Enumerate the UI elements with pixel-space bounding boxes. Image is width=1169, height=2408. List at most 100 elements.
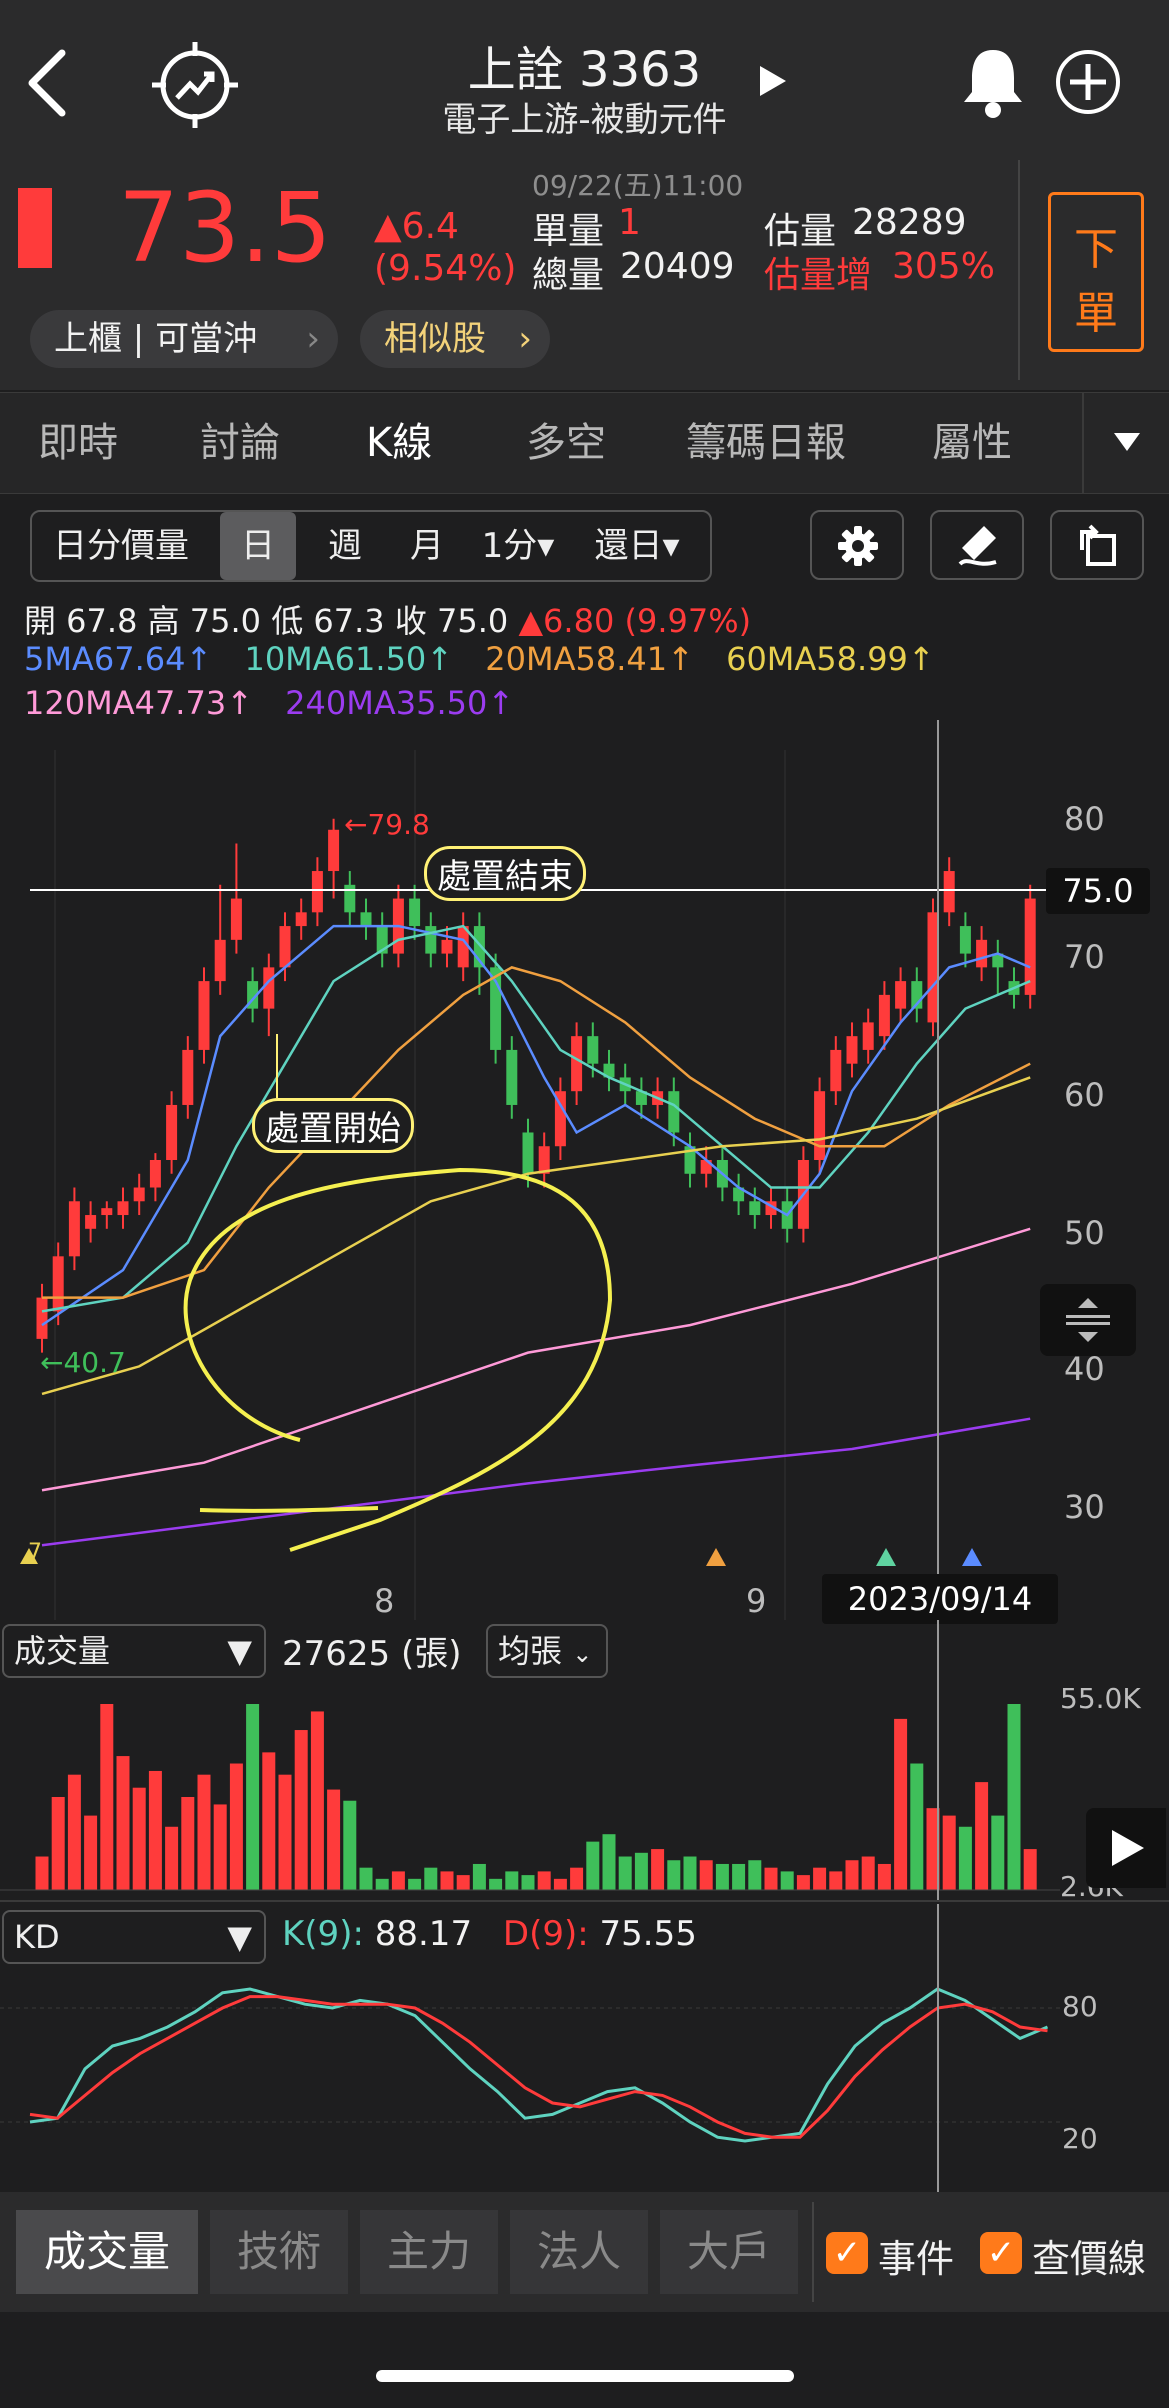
estimated-volume-value: 28289 (852, 202, 967, 243)
low-marker: ←40.7 (40, 1346, 126, 1379)
bottom-divider (812, 2202, 814, 2302)
kd-dropdown-label: KD (14, 1918, 60, 1956)
events-label: 事件 (878, 2237, 955, 2281)
price-line-checkbox[interactable]: ✓ (980, 2232, 1022, 2274)
period-day[interactable]: 日 (220, 512, 296, 580)
price-y-tick-80: 80 (1064, 800, 1105, 838)
annotation-start: 處置開始 (252, 1098, 414, 1153)
hand-drawn-circle (183, 1167, 613, 1552)
period-week[interactable]: 週 (310, 512, 380, 580)
ohlc-close: 收 75.0 (394, 602, 509, 640)
resize-handle-icon (1066, 1298, 1110, 1342)
play-icon (1112, 1830, 1144, 1866)
bottom-tab-technical[interactable]: 技術 (210, 2210, 348, 2294)
market-tag-button[interactable]: 上櫃 | 可當沖 › (30, 310, 338, 368)
rotate-button[interactable] (1050, 510, 1144, 580)
chevron-right-icon: › (306, 319, 320, 359)
d-label: D(9): (502, 1914, 589, 1954)
chevron-down-icon: ⌄ (572, 1640, 593, 1668)
main-tabs: 即時 討論 K線 多空 籌碼日報 屬性 (0, 392, 1169, 494)
quote-divider (1018, 160, 1020, 380)
x-label-aug: 8 (374, 1582, 395, 1620)
ma20-label: 20MA58.41↑ (485, 640, 694, 678)
x-label-sep: 9 (746, 1582, 767, 1620)
event-triangle-icon[interactable] (876, 1548, 896, 1566)
estimated-increase-value: 305% (892, 246, 995, 287)
ohlc-open: 開 67.8 (24, 602, 138, 640)
tab-attributes[interactable]: 屬性 (932, 393, 1012, 493)
events-checkbox[interactable]: ✓ (826, 2232, 868, 2274)
pen-icon (958, 526, 997, 566)
price-change: ▲6.4 (374, 206, 459, 247)
total-volume-label: 總量 (532, 255, 605, 296)
ma10-label: 10MA61.50↑ (244, 640, 454, 678)
quote-panel: 73.5 09/22(五)11:00 ▲6.4 (9.54%) 單量 1 總量 … (0, 150, 1169, 390)
kd-values: K(9): 88.17 D(9): 75.55 (282, 1914, 697, 1954)
crosshair-date-tag: 2023/09/14 (822, 1574, 1058, 1624)
market-tag-label: 上櫃 | 可當沖 (54, 319, 258, 359)
volume-crosshair (937, 1620, 939, 1900)
period-minute[interactable]: 1分▾ (468, 512, 568, 580)
caret-down-icon: ▼ (227, 1632, 252, 1670)
ma-row-1: 5MA67.64↑ 10MA61.50↑ 20MA58.41↑ 60MA58.9… (24, 640, 935, 678)
current-price-tag: 75.0 (1046, 868, 1150, 914)
chevron-right-icon: › (518, 319, 532, 359)
tab-long-short[interactable]: 多空 (526, 393, 606, 493)
home-indicator (376, 2370, 794, 2382)
kd-divider (0, 1900, 1169, 1902)
estimated-increase-label: 估量增 (764, 255, 873, 296)
price-y-tick-60: 60 (1064, 1076, 1105, 1114)
k-label: K(9): (282, 1914, 364, 1954)
bottom-tab-major-holders[interactable]: 大戶 (660, 2210, 798, 2294)
settings-button[interactable] (810, 510, 904, 580)
price-y-tick-70: 70 (1064, 938, 1105, 976)
tab-kline[interactable]: K線 (366, 393, 432, 493)
tabs-divider (1082, 393, 1084, 493)
kd-y-80: 80 (1062, 1990, 1098, 2023)
zoom-handle[interactable] (1040, 1284, 1136, 1356)
similar-stocks-label: 相似股 (384, 319, 486, 359)
period-month[interactable]: 月 (392, 512, 462, 580)
period-restore[interactable]: 還日▾ (582, 512, 692, 580)
bottom-tab-volume[interactable]: 成交量 (16, 2210, 198, 2294)
bottom-tab-institutional[interactable]: 法人 (510, 2210, 648, 2294)
quote-timestamp: 09/22(五)11:00 (532, 169, 744, 202)
caret-down-icon[interactable] (1112, 431, 1142, 453)
tab-chip-report[interactable]: 籌碼日報 (686, 393, 846, 493)
header-bar: 上詮 3363 電子上游-被動元件 (0, 0, 1169, 170)
candlestick-chart[interactable] (0, 720, 1169, 1620)
price-line-label: 查價線 (1032, 2237, 1147, 2281)
similar-stocks-button[interactable]: 相似股 › (360, 310, 550, 368)
price-change-pct: (9.54%) (374, 248, 517, 289)
draw-button[interactable] (930, 510, 1024, 580)
kd-indicator-dropdown[interactable]: KD ▼ (2, 1910, 266, 1964)
event-triangle-icon[interactable] (20, 1548, 38, 1564)
volume-y-top: 55.0K (1060, 1682, 1141, 1715)
order-button-line2: 單 (1074, 288, 1118, 339)
expand-panel-button[interactable] (1086, 1808, 1166, 1888)
annotation-start-leader (276, 1034, 278, 1098)
ma240-label: 240MA35.50↑ (285, 684, 515, 722)
order-button[interactable]: 下 單 (1048, 192, 1144, 352)
tab-discussion[interactable]: 討論 (200, 393, 280, 493)
volume-chart[interactable] (0, 1690, 1060, 1896)
ohlc-row: 開 67.8 高 75.0 低 67.3 收 75.0 ▲6.80 (9.97%… (24, 596, 751, 642)
period-intraday-volume[interactable]: 日分價量 (46, 512, 196, 580)
price-direction-bar (18, 188, 52, 268)
volume-unit-dropdown[interactable]: 均張 ⌄ (486, 1624, 608, 1678)
bottom-tab-main-force[interactable]: 主力 (360, 2210, 498, 2294)
kd-chart[interactable] (0, 1960, 1060, 2180)
kd-crosshair (937, 1904, 939, 2192)
add-circle-icon[interactable] (1054, 48, 1122, 116)
event-triangle-icon[interactable] (962, 1548, 982, 1566)
single-volume-value: 1 (618, 202, 641, 243)
event-triangle-icon[interactable] (706, 1548, 726, 1566)
volume-indicator-dropdown[interactable]: 成交量 ▼ (2, 1624, 266, 1678)
k-value: 88.17 (374, 1914, 473, 1954)
bell-icon[interactable] (958, 44, 1028, 120)
play-triangle-icon[interactable] (758, 64, 788, 98)
tab-realtime[interactable]: 即時 (38, 393, 118, 493)
volume-value: 27625 (張) (282, 1634, 462, 1674)
caret-down-icon: ▼ (227, 1918, 252, 1956)
rotate-screen-icon (1080, 524, 1116, 566)
